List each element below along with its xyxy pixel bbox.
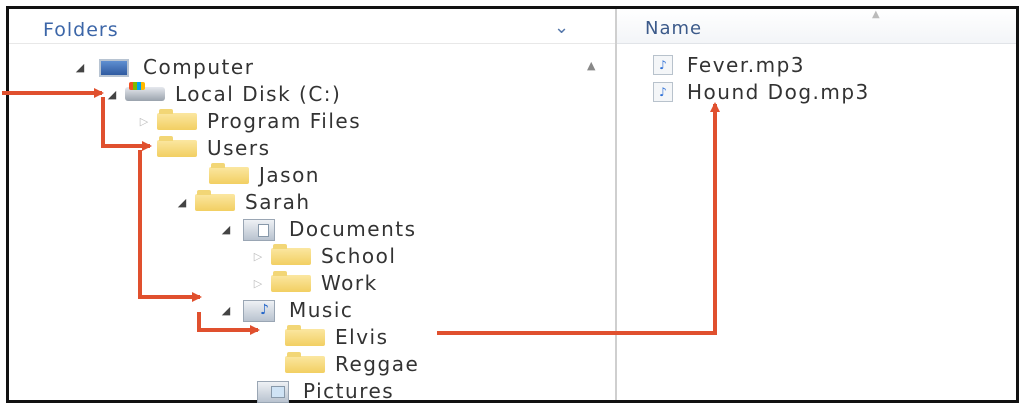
folder-icon	[195, 190, 235, 212]
column-header-label: Name	[645, 18, 703, 39]
tree-item-label: Program Files	[207, 109, 362, 133]
tree-item-local-disk[interactable]: ◢ Local Disk (C:)	[105, 81, 341, 107]
pictures-library-icon	[253, 381, 293, 403]
file-name: Hound Dog.mp3	[687, 80, 870, 104]
file-item[interactable]: ♪ Hound Dog.mp3	[653, 79, 870, 105]
folders-pane: Folders ⌄ ▲ ◢ Computer ◢ Local Disk (C:)…	[9, 9, 617, 403]
folder-icon	[285, 325, 325, 347]
expanded-triangle-icon[interactable]: ◢	[105, 88, 119, 101]
folder-icon	[271, 244, 311, 266]
audio-file-icon: ♪	[653, 55, 673, 75]
tree-item-label: Sarah	[245, 190, 311, 214]
expanded-triangle-icon[interactable]: ◢	[73, 61, 87, 74]
folders-title: Folders	[43, 19, 119, 41]
collapsed-triangle-icon[interactable]: ▷	[251, 277, 265, 290]
sort-indicator-icon: ▲	[872, 9, 880, 20]
tree-item-documents[interactable]: ◢ Documents	[219, 216, 417, 242]
drive-icon	[125, 82, 165, 104]
tree-item-label: Local Disk (C:)	[175, 82, 342, 106]
tree-item-pictures[interactable]: Pictures	[233, 378, 394, 404]
expanded-triangle-icon[interactable]: ◢	[219, 223, 233, 236]
audio-file-icon: ♪	[653, 82, 673, 102]
folder-icon	[209, 163, 249, 185]
tree-item-label: School	[321, 244, 397, 268]
computer-icon	[93, 57, 133, 77]
tree-item-reggae[interactable]: Reggae	[265, 351, 419, 377]
folder-icon	[157, 136, 197, 158]
tree-item-label: Music	[289, 298, 354, 322]
tree-item-jason[interactable]: Jason	[189, 162, 320, 188]
tree-item-label: Computer	[143, 55, 255, 79]
column-header-name[interactable]: Name ▲	[617, 9, 1016, 44]
tree-item-users[interactable]: Users	[137, 135, 271, 161]
tree-item-program-files[interactable]: ▷ Program Files	[137, 108, 361, 134]
tree-item-label: Pictures	[303, 379, 395, 403]
folder-icon	[157, 109, 197, 131]
tree-item-school[interactable]: ▷ School	[251, 243, 396, 269]
tree-item-label: Work	[321, 271, 378, 295]
tree-item-music[interactable]: ◢ ♪ Music	[219, 297, 353, 323]
chevron-down-icon[interactable]: ⌄	[554, 17, 569, 38]
tree-item-elvis[interactable]: Elvis	[265, 324, 389, 350]
scrollbar[interactable]: ▲	[587, 49, 605, 389]
collapsed-triangle-icon[interactable]: ▷	[251, 250, 265, 263]
expanded-triangle-icon[interactable]: ◢	[219, 304, 233, 317]
tree-item-computer[interactable]: ◢ Computer	[73, 54, 254, 80]
tree-item-work[interactable]: ▷ Work	[251, 270, 378, 296]
tree-item-label: Users	[207, 136, 271, 160]
tree-item-sarah[interactable]: ◢ Sarah	[175, 189, 311, 215]
files-pane: Name ▲ ♪ Fever.mp3 ♪ Hound Dog.mp3	[617, 9, 1016, 400]
folder-icon	[285, 352, 325, 374]
music-library-icon: ♪	[239, 300, 279, 322]
folder-icon	[271, 271, 311, 293]
tree-item-label: Jason	[259, 163, 320, 187]
folders-header: Folders ⌄	[9, 9, 617, 44]
tree-item-label: Elvis	[335, 325, 389, 349]
file-item[interactable]: ♪ Fever.mp3	[653, 52, 805, 78]
expanded-triangle-icon[interactable]: ◢	[175, 196, 189, 209]
collapsed-triangle-icon[interactable]: ▷	[137, 115, 151, 128]
documents-library-icon	[239, 219, 279, 241]
file-name: Fever.mp3	[687, 53, 806, 77]
tree-item-label: Reggae	[335, 352, 420, 376]
scroll-up-icon[interactable]: ▲	[587, 59, 595, 72]
explorer-window: Folders ⌄ ▲ ◢ Computer ◢ Local Disk (C:)…	[6, 6, 1019, 403]
tree-item-label: Documents	[289, 217, 417, 241]
